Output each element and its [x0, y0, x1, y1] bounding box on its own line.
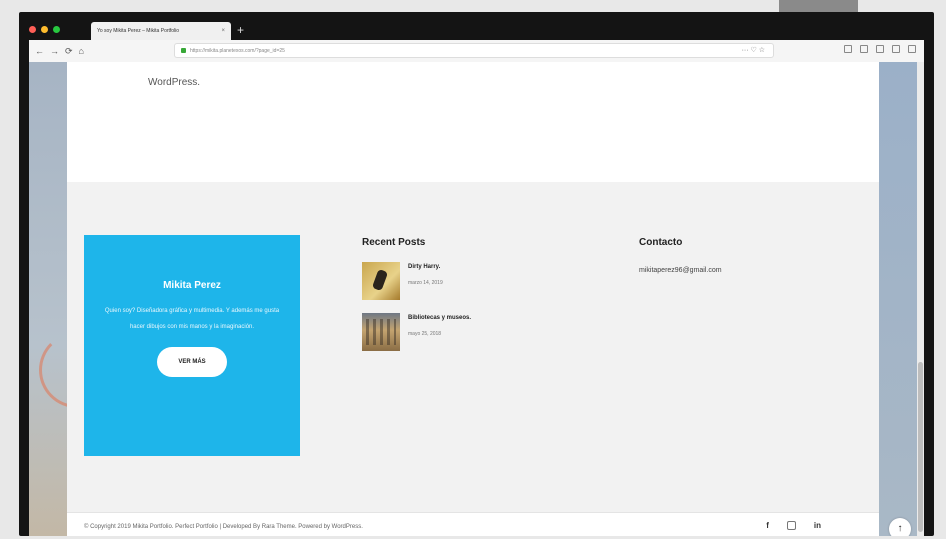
copyright-text: © Copyright 2019 Mikita Portfolio. Perfe…	[84, 524, 363, 530]
extension-icon[interactable]	[876, 45, 884, 53]
extension-icons	[844, 45, 916, 53]
extension-icon[interactable]	[860, 45, 868, 53]
maximize-window-dot[interactable]	[53, 26, 60, 33]
page-viewport: WordPress. Mikita Perez Quien soy? Diseñ…	[29, 62, 924, 536]
social-links: f in	[766, 521, 821, 530]
browser-tab[interactable]: Yo soy Mikita Perez – Mikita Portfolio ×	[91, 22, 231, 40]
post-title-link[interactable]: Bibliotecas y museos.	[408, 315, 471, 321]
tab-close-icon[interactable]: ×	[221, 28, 225, 34]
tab-bar: Yo soy Mikita Perez – Mikita Portfolio ×…	[29, 20, 924, 40]
home-icon[interactable]: ⌂	[79, 46, 84, 56]
cta-box: Mikita Perez Quien soy? Diseñadora gráfi…	[84, 235, 300, 456]
cta-text: Quien soy? Diseñadora gráfica y multimed…	[104, 308, 280, 330]
cta-title: Mikita Perez	[163, 280, 221, 291]
tab-title: Yo soy Mikita Perez – Mikita Portfolio	[97, 28, 180, 34]
post-thumbnail[interactable]	[362, 262, 400, 300]
browser-window: Yo soy Mikita Perez – Mikita Portfolio ×…	[19, 12, 934, 536]
menu-icon[interactable]	[908, 45, 916, 53]
extension-icon[interactable]	[844, 45, 852, 53]
recent-posts-list: Dirty Harry. marzo 14, 2019 Bibliotecas …	[362, 262, 582, 364]
content-text: WordPress.	[148, 77, 201, 88]
instagram-icon[interactable]	[786, 521, 796, 530]
back-icon[interactable]: ←	[35, 46, 44, 56]
lock-icon	[181, 48, 186, 53]
facebook-icon[interactable]: f	[766, 521, 769, 530]
contact-email-link[interactable]: mikitaperez96@gmail.com	[639, 267, 722, 274]
footer-bottom: © Copyright 2019 Mikita Portfolio. Perfe…	[67, 512, 879, 536]
list-item[interactable]: Dirty Harry. marzo 14, 2019	[362, 262, 582, 300]
scroll-to-top-button[interactable]: ↑	[889, 518, 911, 536]
close-window-dot[interactable]	[29, 26, 36, 33]
content-section: WordPress.	[67, 62, 879, 182]
post-title-link[interactable]: Dirty Harry.	[408, 264, 443, 270]
extension-icon[interactable]	[892, 45, 900, 53]
footer-widgets: Mikita Perez Quien soy? Diseñadora gráfi…	[67, 182, 879, 512]
forward-icon[interactable]: →	[50, 46, 59, 56]
minimize-window-dot[interactable]	[41, 26, 48, 33]
contact-title: Contacto	[639, 237, 683, 248]
new-tab-button[interactable]: +	[237, 21, 244, 39]
post-date: mayo 25, 2018	[408, 331, 442, 337]
scrollbar[interactable]	[917, 62, 924, 536]
recent-posts-title: Recent Posts	[362, 237, 426, 248]
bookmark-icon[interactable]: ··· ♡ ☆	[742, 46, 765, 54]
background-tab	[779, 0, 858, 12]
post-thumbnail[interactable]	[362, 313, 400, 351]
list-item[interactable]: Bibliotecas y museos. mayo 25, 2018	[362, 313, 582, 351]
reload-icon[interactable]: ⟳	[65, 46, 73, 57]
url-bar[interactable]: https://mikita.planetexos.com/?page_id=2…	[174, 43, 774, 58]
background-image-left	[29, 62, 67, 536]
scrollbar-thumb[interactable]	[918, 362, 923, 532]
linkedin-icon[interactable]: in	[814, 521, 821, 530]
browser-toolbar: ← → ⟳ ⌂ https://mikita.planetexos.com/?p…	[29, 40, 924, 62]
post-date: marzo 14, 2019	[408, 280, 443, 286]
url-text[interactable]: https://mikita.planetexos.com/?page_id=2…	[190, 48, 285, 54]
ver-mas-button[interactable]: VER MÁS	[157, 347, 227, 377]
